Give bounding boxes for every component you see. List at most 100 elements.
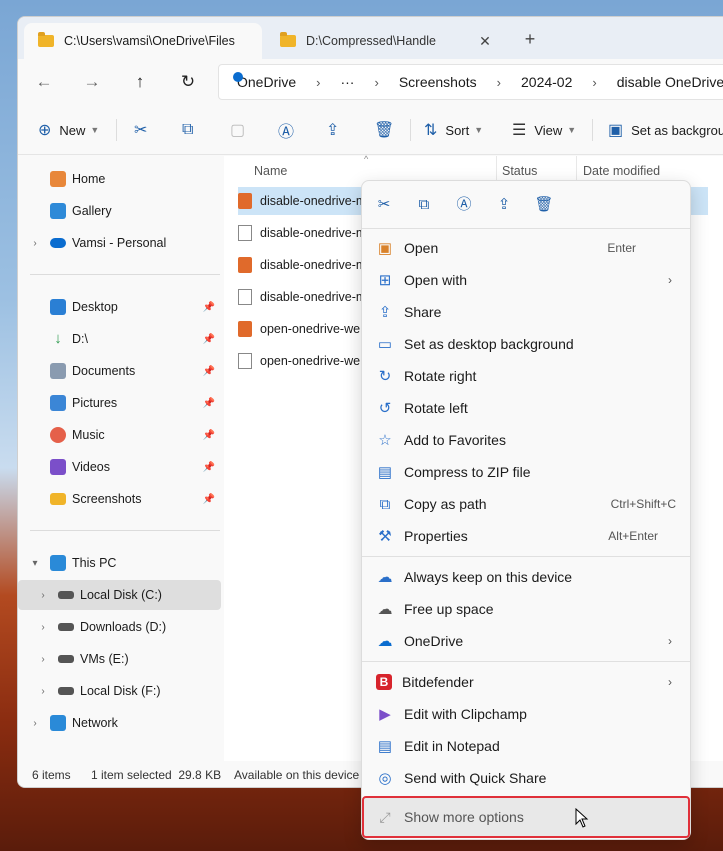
- zip-icon: ▤: [377, 464, 393, 481]
- chevron-down-icon: ▼: [90, 125, 100, 135]
- delete-button[interactable]: 🗑: [374, 117, 402, 143]
- tab-compressed-handle[interactable]: D:\Compressed\Handle ✕: [266, 23, 502, 59]
- view-button[interactable]: ☰ View ▼: [512, 117, 576, 143]
- column-divider[interactable]: [496, 156, 497, 182]
- column-divider[interactable]: [576, 156, 577, 182]
- sidebar-item-label: This PC: [72, 556, 117, 570]
- chevron-right-icon: ›: [668, 675, 672, 689]
- file-name: disable-onedrive-m: [260, 290, 367, 304]
- rename-button[interactable]: Ⓐ: [278, 117, 302, 143]
- chevron-right-icon[interactable]: ›: [36, 654, 50, 665]
- sidebar-item-screenshots[interactable]: Screenshots 📌: [18, 484, 221, 514]
- tab-onedrive-files[interactable]: C:\Users\vamsi\OneDrive\Files: [24, 23, 262, 59]
- new-button[interactable]: ⊕ New ▼: [38, 117, 99, 143]
- chevron-down-icon[interactable]: ▾: [28, 558, 42, 569]
- sidebar-item-d-drive[interactable]: ↓ D:\ 📌: [18, 324, 221, 354]
- menu-item-compress-zip[interactable]: ▤ Compress to ZIP file: [366, 457, 688, 487]
- chevron-right-icon[interactable]: ›: [36, 622, 50, 633]
- pin-icon: 📌: [202, 397, 215, 409]
- sidebar-item-vamsi-personal[interactable]: › Vamsi - Personal: [18, 228, 221, 258]
- chevron-right-icon: ›: [668, 273, 672, 287]
- paste-icon: ▢: [230, 122, 246, 139]
- chevron-right-icon[interactable]: ›: [28, 718, 42, 729]
- rename-button[interactable]: Ⓐ: [450, 193, 478, 217]
- menu-item-notepad[interactable]: ▤ Edit in Notepad: [366, 731, 688, 761]
- sidebar-item-label: Network: [72, 716, 118, 730]
- pictures-icon: [50, 395, 66, 411]
- wrench-icon: ⚒: [378, 528, 392, 545]
- sidebar-item-downloads-d[interactable]: › Downloads (D:): [18, 612, 221, 642]
- paste-button[interactable]: ▢: [230, 117, 253, 143]
- copy-button[interactable]: ⧉: [182, 117, 201, 143]
- forward-button[interactable]: →: [78, 68, 106, 96]
- new-tab-button[interactable]: +: [518, 27, 542, 51]
- delete-button[interactable]: 🗑: [530, 193, 558, 217]
- breadcrumb-item[interactable]: OneDrive: [237, 74, 296, 90]
- close-tab-icon[interactable]: ✕: [476, 33, 494, 50]
- menu-item-rotate-left[interactable]: ↺ Rotate left: [366, 393, 688, 423]
- chevron-right-icon[interactable]: ›: [36, 686, 50, 697]
- menu-item-always-keep[interactable]: ☁ Always keep on this device: [366, 562, 688, 592]
- documents-icon: [50, 363, 66, 379]
- sidebar-item-documents[interactable]: Documents 📌: [18, 356, 221, 386]
- rename-icon: Ⓐ: [278, 124, 295, 141]
- sidebar-item-videos[interactable]: Videos 📌: [18, 452, 221, 482]
- chevron-right-icon[interactable]: ›: [28, 238, 42, 249]
- menu-item-label: Free up space: [404, 601, 494, 617]
- chevron-right-icon[interactable]: ›: [36, 590, 50, 601]
- sidebar-item-network[interactable]: › Network: [18, 708, 221, 738]
- menu-item-open-with[interactable]: ⊞ Open with ›: [366, 265, 688, 295]
- menu-separator: [362, 661, 690, 662]
- cloud-icon: ☁: [377, 601, 393, 618]
- sidebar-item-desktop[interactable]: Desktop 📌: [18, 292, 221, 322]
- column-header-name[interactable]: Name: [254, 164, 287, 178]
- sidebar-item-label: Gallery: [72, 204, 112, 218]
- breadcrumb[interactable]: OneDrive › ··· › Screenshots › 2024-02 ›…: [218, 64, 723, 100]
- cut-button[interactable]: ✂: [134, 117, 155, 143]
- back-button[interactable]: ←: [30, 68, 58, 96]
- breadcrumb-item[interactable]: ···: [340, 74, 354, 90]
- share-button[interactable]: ⇪: [490, 193, 518, 217]
- menu-item-bitdefender[interactable]: B Bitdefender ›: [366, 667, 688, 697]
- home-icon: [50, 171, 66, 187]
- copy-button[interactable]: ⧉: [410, 193, 438, 217]
- menu-item-copy-as-path[interactable]: ⧉ Copy as path Ctrl+Shift+C: [366, 489, 688, 519]
- breadcrumb-item[interactable]: Screenshots: [399, 74, 477, 90]
- menu-separator: [362, 228, 690, 229]
- set-background-button[interactable]: ▣ Set as backgroun: [608, 117, 723, 143]
- menu-item-clipchamp[interactable]: ▶ Edit with Clipchamp: [366, 699, 688, 729]
- sidebar-item-local-disk-c[interactable]: › Local Disk (C:): [18, 580, 221, 610]
- onedrive-icon: [50, 238, 66, 248]
- menu-item-onedrive[interactable]: ☁ OneDrive ›: [366, 626, 688, 656]
- menu-item-add-to-favorites[interactable]: ☆ Add to Favorites: [366, 425, 688, 455]
- share-button[interactable]: ⇪: [326, 117, 347, 143]
- menu-item-quick-share[interactable]: ◎ Send with Quick Share: [366, 763, 688, 793]
- breadcrumb-item[interactable]: disable OneDrive me: [617, 74, 723, 90]
- menu-item-set-desktop-background[interactable]: ▭ Set as desktop background: [366, 329, 688, 359]
- refresh-button[interactable]: ↻: [174, 68, 202, 96]
- menu-item-free-up-space[interactable]: ☁ Free up space: [366, 594, 688, 624]
- sidebar-item-local-disk-f[interactable]: › Local Disk (F:): [18, 676, 221, 706]
- menu-item-properties[interactable]: ⚒ Properties Alt+Enter: [366, 521, 688, 551]
- menu-item-rotate-right[interactable]: ↻ Rotate right: [366, 361, 688, 391]
- sidebar-item-pictures[interactable]: Pictures 📌: [18, 388, 221, 418]
- breadcrumb-item[interactable]: 2024-02: [521, 74, 572, 90]
- sidebar-item-gallery[interactable]: Gallery: [18, 196, 221, 226]
- sidebar-item-this-pc[interactable]: ▾ This PC: [18, 548, 221, 578]
- document-file-icon: [238, 289, 252, 305]
- sidebar-item-label: Videos: [72, 460, 110, 474]
- sidebar-item-vms-e[interactable]: › VMs (E:): [18, 644, 221, 674]
- document-file-icon: [238, 225, 252, 241]
- column-header-status[interactable]: Status: [502, 164, 537, 178]
- sidebar-item-music[interactable]: Music 📌: [18, 420, 221, 450]
- command-bar: ⊕ New ▼ ✂ ⧉ ▢ Ⓐ ⇪ 🗑 ⇅ Sort ▼ ☰ View ▼ ▣ …: [18, 105, 723, 155]
- show-more-options-item[interactable]: ⤢ Show more options: [362, 796, 690, 838]
- up-button[interactable]: ↑: [126, 68, 154, 96]
- mouse-cursor-icon: [575, 808, 589, 828]
- column-header-date[interactable]: Date modified: [583, 164, 660, 178]
- menu-item-open[interactable]: ▣ Open Enter: [366, 233, 688, 263]
- menu-item-share[interactable]: ⇪ Share: [366, 297, 688, 327]
- cut-button[interactable]: ✂: [370, 193, 398, 217]
- sort-button[interactable]: ⇅ Sort ▼: [424, 117, 483, 143]
- sidebar-item-home[interactable]: Home: [18, 164, 221, 194]
